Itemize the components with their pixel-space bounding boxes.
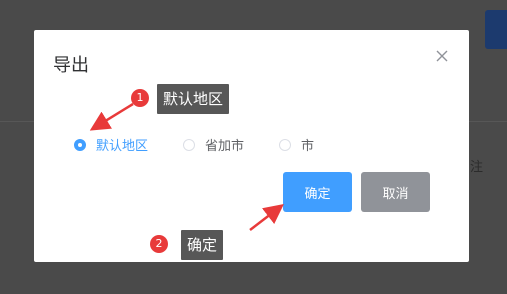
confirm-button[interactable]: 确定 — [283, 172, 352, 212]
dialog-title: 导出 — [53, 55, 89, 76]
close-icon[interactable] — [435, 49, 449, 63]
radio-province-city[interactable]: 省加市 — [183, 135, 244, 154]
radio-button[interactable] — [183, 138, 195, 151]
background-column-text: 注 — [470, 160, 484, 175]
cancel-button[interactable]: 取消 — [361, 172, 430, 212]
radio-default-region[interactable]: 默认地区 — [74, 135, 148, 154]
export-dialog: 导出 默认地区 省加市 市 确定 取消 — [34, 30, 469, 262]
background-button — [485, 10, 507, 49]
radio-button[interactable] — [279, 138, 291, 151]
radio-label: 省加市 — [205, 139, 245, 154]
radio-label: 市 — [301, 139, 315, 154]
radio-button-checked[interactable] — [74, 138, 86, 151]
radio-city[interactable]: 市 — [279, 135, 314, 154]
radio-label: 默认地区 — [96, 139, 149, 154]
